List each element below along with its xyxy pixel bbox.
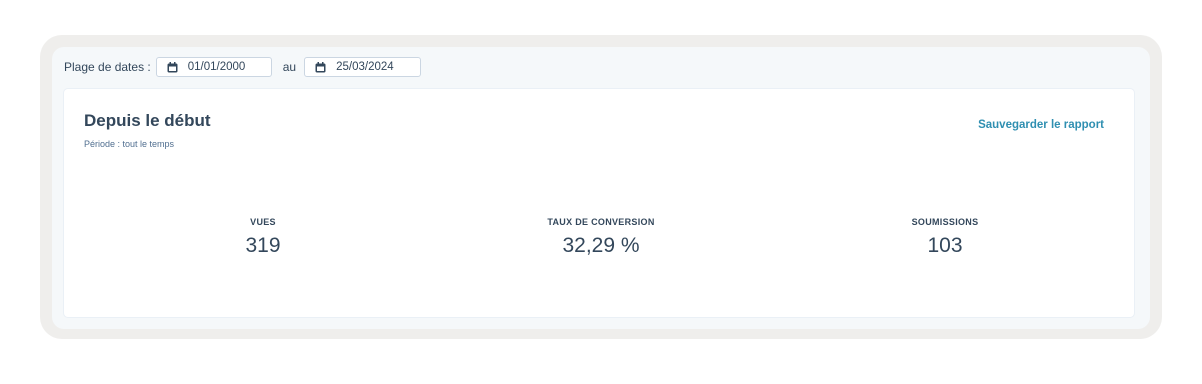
date-range-separator: au (282, 60, 297, 74)
stat-value: 319 (245, 234, 281, 257)
report-period: Période : tout le temps (84, 139, 175, 149)
start-date-field[interactable]: 01/01/2000 (155, 57, 272, 77)
end-date-field[interactable]: 25/03/2024 (304, 57, 422, 77)
stat-label: VUES (250, 217, 276, 227)
stat-value: 32,29 % (562, 234, 640, 257)
stat-conversion-rate: TAUX DE CONVERSION 32,29 % (481, 217, 721, 258)
end-date-value: 25/03/2024 (336, 61, 394, 73)
save-report-link[interactable]: Sauvegarder le rapport (978, 119, 1104, 131)
stat-value: 103 (927, 234, 963, 257)
date-range-label: Plage de dates : (64, 60, 151, 74)
report-title: Depuis le début (84, 111, 211, 130)
calendar-icon (315, 61, 326, 72)
date-range-bar: Plage de dates : 01/01/2000 au 25/03/202… (64, 56, 422, 78)
report-panel: Plage de dates : 01/01/2000 au 25/03/202… (52, 47, 1150, 329)
stat-label: TAUX DE CONVERSION (547, 217, 655, 227)
start-date-value: 01/01/2000 (187, 61, 246, 73)
stat-label: SOUMISSIONS (911, 217, 979, 227)
stat-submissions: SOUMISSIONS 103 (825, 217, 1065, 258)
calendar-icon (167, 61, 178, 72)
stat-views: VUES 319 (143, 217, 383, 258)
report-card: Depuis le début Période : tout le temps … (64, 89, 1134, 317)
report-frame: Plage de dates : 01/01/2000 au 25/03/202… (40, 35, 1162, 339)
